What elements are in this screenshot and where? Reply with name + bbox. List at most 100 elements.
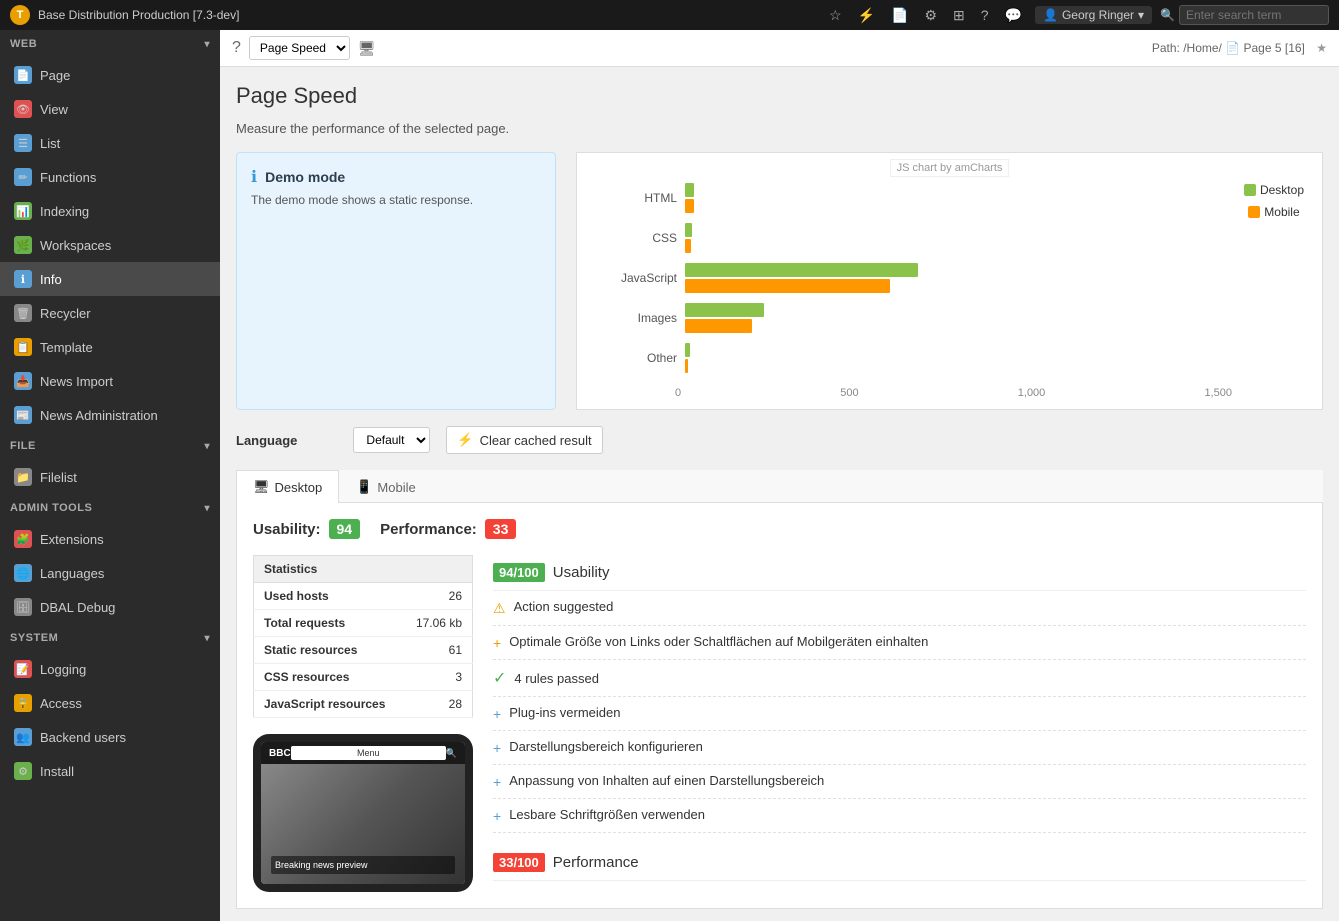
- rule-item-5[interactable]: + Lesbare Schriftgrößen verwenden: [493, 799, 1306, 833]
- tab-desktop-label: Desktop: [275, 480, 323, 495]
- file-icon[interactable]: 📄: [886, 5, 913, 26]
- sidebar-item-label-list: List: [40, 136, 60, 151]
- user-menu[interactable]: 👤 Georg Ringer ▾: [1035, 6, 1152, 24]
- sidebar-item-recycler[interactable]: 🗑 Recycler: [0, 296, 220, 330]
- sidebar-item-functions[interactable]: ✏ Functions: [0, 160, 220, 194]
- warning-icon: ⚠: [493, 600, 506, 617]
- usability-label: Usability:: [253, 521, 321, 538]
- page-speed-selector: Page Speed: [249, 36, 350, 60]
- x-axis-label: 0: [675, 387, 681, 399]
- sidebar-section-admin[interactable]: ADMIN TOOLS ▾: [0, 494, 220, 522]
- gear-icon[interactable]: ⚙: [919, 5, 942, 26]
- rule-text-4: Anpassung von Inhalten auf einen Darstel…: [509, 773, 824, 788]
- sidebar-item-filelist[interactable]: 📁 Filelist: [0, 460, 220, 494]
- star-icon[interactable]: ☆: [824, 5, 847, 26]
- web-section-arrow: ▾: [204, 39, 210, 50]
- bar-desktop-css: [685, 223, 692, 237]
- sidebar-item-label-info: Info: [40, 272, 62, 287]
- demo-mode-text: The demo mode shows a static response.: [251, 193, 541, 207]
- page-speed-dropdown[interactable]: Page Speed: [249, 36, 350, 60]
- stats-row: CSS resources 3: [254, 664, 473, 691]
- sidebar-item-workspaces[interactable]: 🌿 Workspaces: [0, 228, 220, 262]
- phone-preview: BBC Menu 🔍 Breaking news preview: [253, 734, 473, 892]
- sidebar-item-list[interactable]: ☰ List: [0, 126, 220, 160]
- languages-icon: 🌐: [14, 564, 32, 582]
- phone-tab-icon: 📱: [356, 479, 372, 495]
- demo-mode-header: ℹ Demo mode: [251, 167, 541, 187]
- file-section-arrow: ▾: [204, 441, 210, 452]
- tab-mobile[interactable]: 📱 Mobile: [339, 470, 432, 503]
- action-suggested-item[interactable]: ⚠ Action suggested: [493, 591, 1306, 626]
- file-section-label: FILE: [10, 440, 36, 452]
- plus-icon-4: +: [493, 774, 501, 790]
- rule-text-5: Lesbare Schriftgrößen verwenden: [509, 807, 705, 822]
- sidebar-item-dbal[interactable]: 🗄 DBAL Debug: [0, 590, 220, 624]
- sidebar-item-label-access: Access: [40, 696, 82, 711]
- search-input[interactable]: [1179, 5, 1329, 25]
- monitor-tab-icon: 🖥: [253, 479, 270, 495]
- clear-cache-button[interactable]: ⚡ Clear cached result: [446, 426, 602, 454]
- bars-css: [685, 223, 1222, 253]
- indexing-icon: 📊: [14, 202, 32, 220]
- bars-javascript: [685, 263, 1222, 293]
- rule-item-3[interactable]: + Darstellungsbereich konfigurieren: [493, 731, 1306, 765]
- sidebar-item-template[interactable]: 📋 Template: [0, 330, 220, 364]
- content-header: ? Page Speed 🖥 Path: /Home/ 📄 Page 5 [16…: [220, 30, 1339, 67]
- sidebar-item-install[interactable]: ⚙ Install: [0, 754, 220, 788]
- language-label: Language: [236, 433, 297, 448]
- sidebar-item-news-import[interactable]: 📥 News Import: [0, 364, 220, 398]
- tab-desktop[interactable]: 🖥 Desktop: [236, 470, 339, 503]
- comment-icon[interactable]: 💬: [1000, 5, 1027, 26]
- sidebar-item-page[interactable]: 📄 Page: [0, 58, 220, 92]
- system-section-label: SYSTEM: [10, 632, 58, 644]
- help-icon[interactable]: ?: [232, 39, 241, 57]
- tab-mobile-label: Mobile: [377, 480, 415, 495]
- monitor-icon: 🖥: [358, 40, 376, 57]
- demo-mode-title: Demo mode: [265, 169, 345, 185]
- sidebar-item-label-backendusers: Backend users: [40, 730, 126, 745]
- passed-row: ✓ 4 rules passed: [493, 660, 1306, 697]
- legend-mobile-dot: [1248, 206, 1260, 218]
- sidebar-item-access[interactable]: 🔒 Access: [0, 686, 220, 720]
- sidebar-section-web[interactable]: WEB ▾: [0, 30, 220, 58]
- chart-row-javascript: JavaScript: [597, 263, 1222, 293]
- plus-icon-2: +: [493, 706, 501, 722]
- chart-area: JS chart by amCharts HTML CSS JavaScript: [576, 152, 1323, 410]
- bar-mobile-javascript: [685, 279, 890, 293]
- install-icon: ⚙: [14, 762, 32, 780]
- bolt-icon[interactable]: ⚡: [853, 5, 880, 26]
- sidebar-item-backend-users[interactable]: 👥 Backend users: [0, 720, 220, 754]
- stats-cell-value: 26: [403, 583, 473, 610]
- rule-text-0: Optimale Größe von Links oder Schaltfläc…: [509, 634, 928, 649]
- bar-desktop-javascript: [685, 263, 918, 277]
- stats-cell-label: JavaScript resources: [254, 691, 403, 718]
- grid-icon[interactable]: ⊞: [948, 5, 970, 26]
- sidebar-item-info[interactable]: ℹ Info: [0, 262, 220, 296]
- phone-screen: BBC Menu 🔍 Breaking news preview: [261, 742, 465, 884]
- rule-item-2[interactable]: + Plug-ins vermeiden: [493, 697, 1306, 731]
- rule-item-0[interactable]: + Optimale Größe von Links oder Schaltfl…: [493, 626, 1306, 660]
- sidebar-item-view[interactable]: 👁 View: [0, 92, 220, 126]
- newsimport-icon: 📥: [14, 372, 32, 390]
- content-area: ? Page Speed 🖥 Path: /Home/ 📄 Page 5 [16…: [220, 30, 1339, 921]
- legend-desktop-dot: [1244, 184, 1256, 196]
- sidebar-section-file[interactable]: FILE ▾: [0, 432, 220, 460]
- chart-label-html: HTML: [597, 191, 677, 205]
- favorite-star-icon[interactable]: ★: [1316, 41, 1327, 55]
- rule-item-4[interactable]: + Anpassung von Inhalten auf einen Darst…: [493, 765, 1306, 799]
- clear-cache-label: Clear cached result: [480, 433, 592, 448]
- sidebar-item-indexing[interactable]: 📊 Indexing: [0, 194, 220, 228]
- sidebar-item-languages[interactable]: 🌐 Languages: [0, 556, 220, 590]
- user-icon: 👤: [1043, 8, 1058, 22]
- recycler-icon: 🗑: [14, 304, 32, 322]
- sidebar-section-system[interactable]: SYSTEM ▾: [0, 624, 220, 652]
- template-icon: 📋: [14, 338, 32, 356]
- app-logo: T: [10, 5, 30, 25]
- language-select[interactable]: Default: [353, 427, 430, 453]
- question-icon[interactable]: ?: [976, 5, 994, 25]
- sidebar-item-logging[interactable]: 📝 Logging: [0, 652, 220, 686]
- sidebar-item-extensions[interactable]: 🧩 Extensions: [0, 522, 220, 556]
- passed-text: 4 rules passed: [514, 671, 599, 686]
- logging-icon: 📝: [14, 660, 32, 678]
- sidebar-item-news-admin[interactable]: 📰 News Administration: [0, 398, 220, 432]
